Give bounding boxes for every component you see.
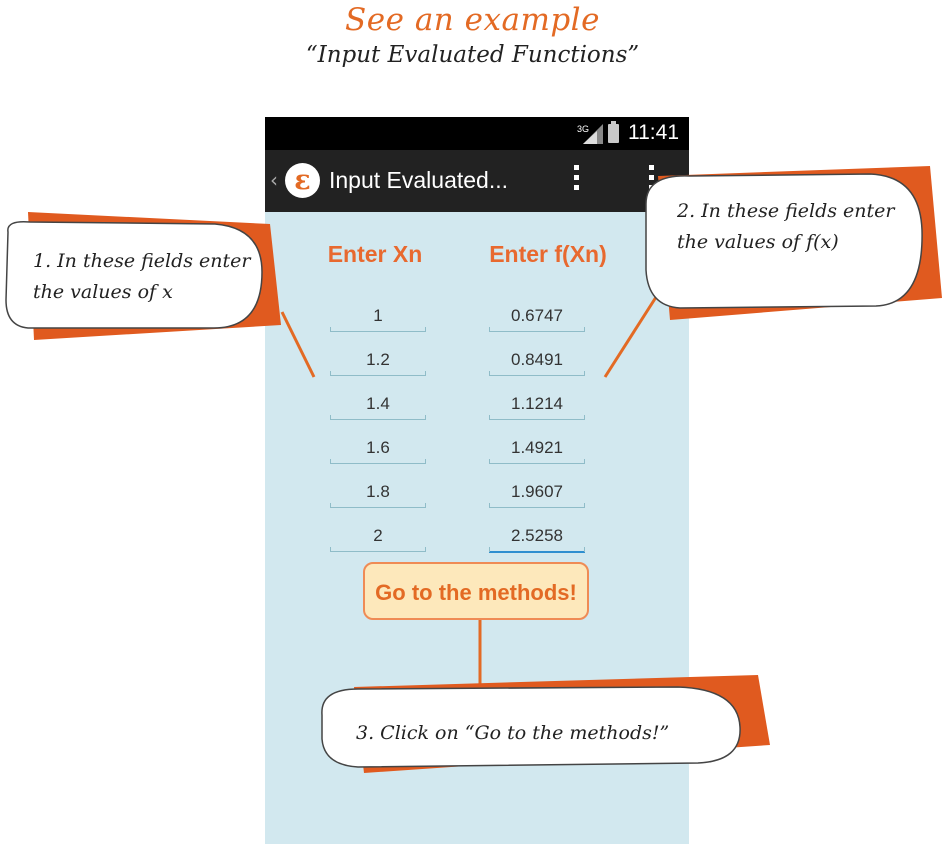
callout-1-text: 1. In these fields enter the values of x <box>33 246 251 308</box>
callout-2-text: 2. In these fields enter the values of f… <box>677 196 895 258</box>
callout-2-line1: 2. In these fields enter <box>677 200 895 222</box>
callout-1-line2: the values of x <box>33 281 173 303</box>
callout-1-line1: 1. In these fields enter <box>33 250 251 272</box>
callout-2-line2: the values of f(x) <box>677 231 839 253</box>
callout-3-text: 3. Click on “Go to the methods!” <box>356 722 670 744</box>
